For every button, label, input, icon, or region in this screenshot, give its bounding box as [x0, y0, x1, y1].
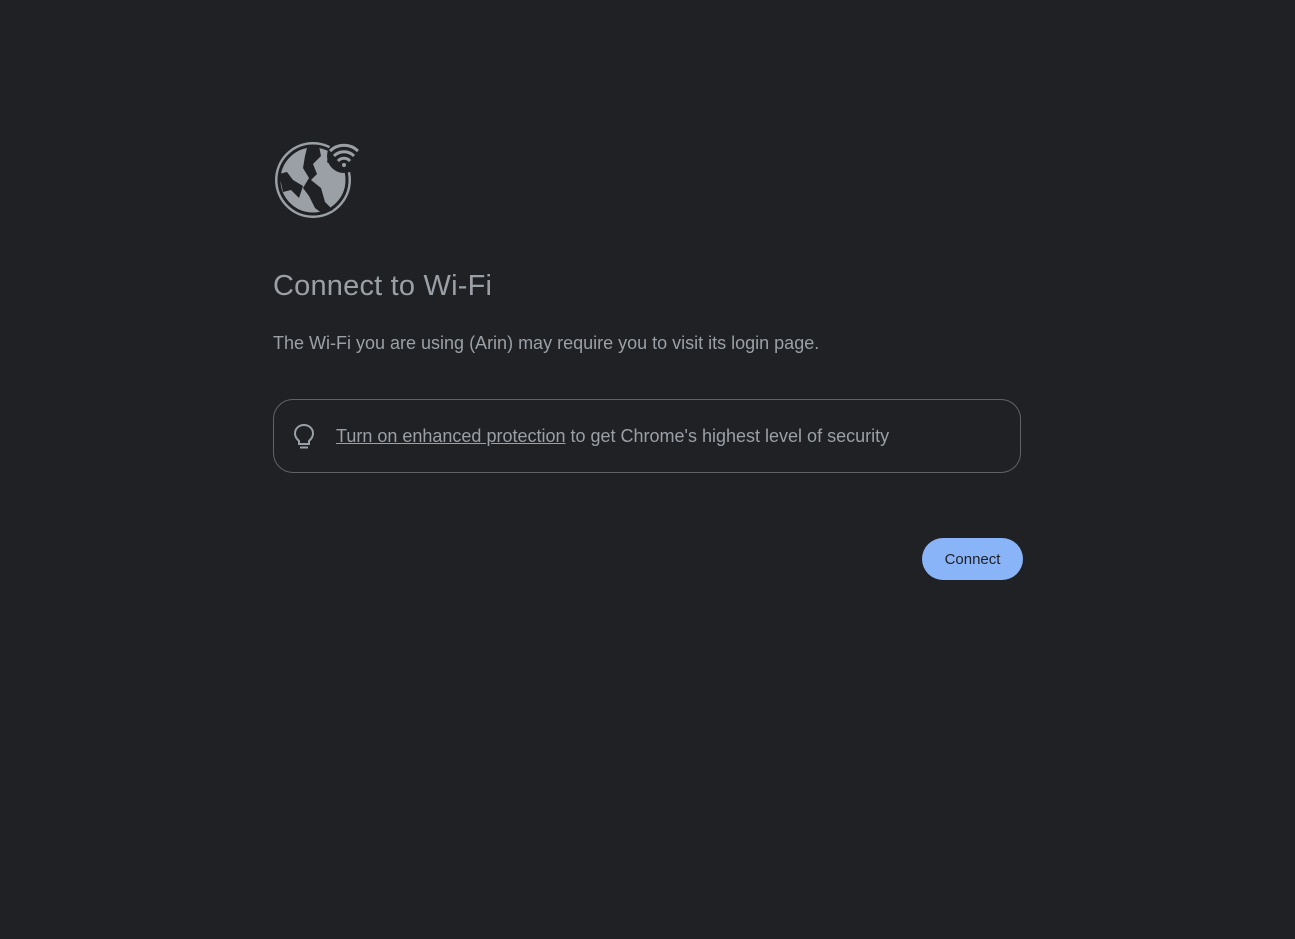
- enhanced-protection-promo: Turn on enhanced protection to get Chrom…: [273, 399, 1021, 473]
- lightbulb-icon: [293, 423, 315, 449]
- page-title: Connect to Wi-Fi: [273, 270, 493, 302]
- enhanced-protection-link[interactable]: Turn on enhanced protection: [336, 426, 566, 446]
- globe-wifi-icon: [275, 140, 361, 218]
- promo-rest-text: to get Chrome's highest level of securit…: [565, 426, 890, 446]
- captive-portal-interstitial: Connect to Wi-Fi The Wi-Fi you are using…: [0, 0, 1295, 939]
- promo-text: Turn on enhanced protection to get Chrom…: [336, 426, 889, 447]
- page-message: The Wi-Fi you are using (Arin) may requi…: [273, 333, 820, 353]
- connect-button[interactable]: Connect: [922, 538, 1023, 580]
